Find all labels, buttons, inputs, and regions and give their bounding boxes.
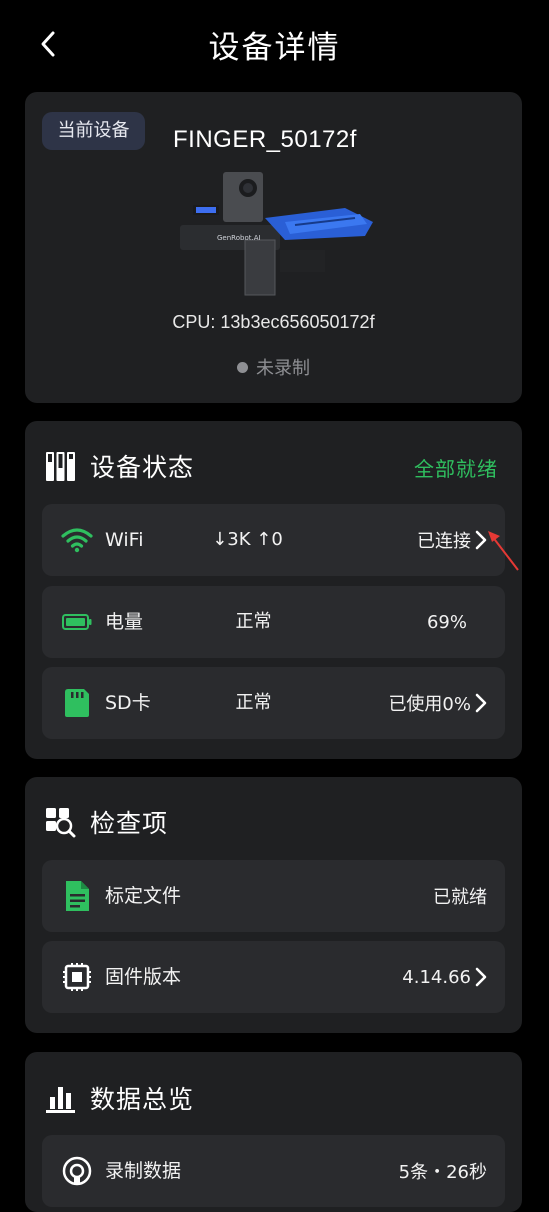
status-summary: 全部就绪 (414, 457, 498, 481)
wifi-traffic: ↓3K ↑0 (212, 529, 283, 550)
status-section-title: 设备状态 (90, 453, 195, 482)
check-items-card: 检查项 标定文件 已就绪 固件版本 4.14.66 (25, 777, 522, 1033)
device-name: FINGER_50172f (173, 126, 357, 153)
wifi-status-label: 已连接 (417, 531, 471, 552)
data-overview-card: 数据总览 录制数据 5条・26秒 (25, 1052, 522, 1212)
sd-card-usage: 已使用0% (388, 667, 487, 739)
battery-level: 69% (426, 611, 467, 633)
calibration-file-row: 标定文件 已就绪 (42, 860, 505, 932)
device-status-card: 设备状态 全部就绪 WiFi ↓3K ↑0 已连接 电量 正常 69% SD卡 … (25, 421, 522, 759)
recording-data-label: 录制数据 (105, 1160, 182, 1182)
annotation-arrow-icon (488, 531, 519, 571)
chevron-right-icon (475, 967, 487, 987)
calibration-file-label: 标定文件 (105, 885, 182, 907)
chip-icon (59, 959, 95, 995)
wifi-status: 已连接 (417, 504, 487, 576)
inspect-icon (46, 807, 76, 837)
firmware-version-row[interactable]: 固件版本 4.14.66 (42, 941, 505, 1013)
calibration-file-status: 已就绪 (433, 887, 487, 908)
top-bar: 设备详情 (0, 0, 549, 92)
firmware-version-label: 固件版本 (105, 966, 182, 988)
record-status: 未录制 (25, 354, 522, 380)
battery-row: 电量 正常 69% (42, 586, 505, 658)
data-section-header: 数据总览 (45, 1076, 194, 1120)
check-section-header: 检查项 (45, 800, 168, 844)
sd-card-row[interactable]: SD卡 正常 已使用0% (42, 667, 505, 739)
battery-state: 正常 (235, 611, 272, 632)
data-section-title: 数据总览 (90, 1085, 195, 1114)
status-section-header: 设备状态 (45, 444, 194, 488)
page-title: 设备详情 (208, 30, 341, 66)
device-card: 当前设备 FINGER_50172f GenRobot.AI CPU: 13b3… (25, 92, 522, 403)
record-status-label: 未录制 (256, 358, 310, 379)
check-section-title: 检查项 (90, 809, 169, 838)
sd-card-usage-label: 已使用0% (388, 694, 471, 715)
document-icon (59, 878, 95, 914)
recording-data-summary: 5条・26秒 (398, 1162, 487, 1183)
equalizer-icon (46, 451, 75, 481)
current-device-badge: 当前设备 (42, 112, 145, 150)
chevron-right-icon (475, 693, 487, 713)
device-image: GenRobot.AI (180, 172, 373, 296)
status-dot-icon (237, 362, 248, 373)
bar-chart-icon (46, 1086, 75, 1113)
recording-data-row[interactable]: 录制数据 5条・26秒 (42, 1135, 505, 1207)
firmware-version-value: 4.14.66 (402, 966, 471, 988)
cpu-id: CPU: 13b3ec656050172f (172, 312, 375, 332)
firmware-version: 4.14.66 (402, 941, 487, 1013)
device-brand-label: GenRobot.AI (217, 234, 261, 242)
wifi-row[interactable]: WiFi ↓3K ↑0 已连接 (42, 504, 505, 576)
